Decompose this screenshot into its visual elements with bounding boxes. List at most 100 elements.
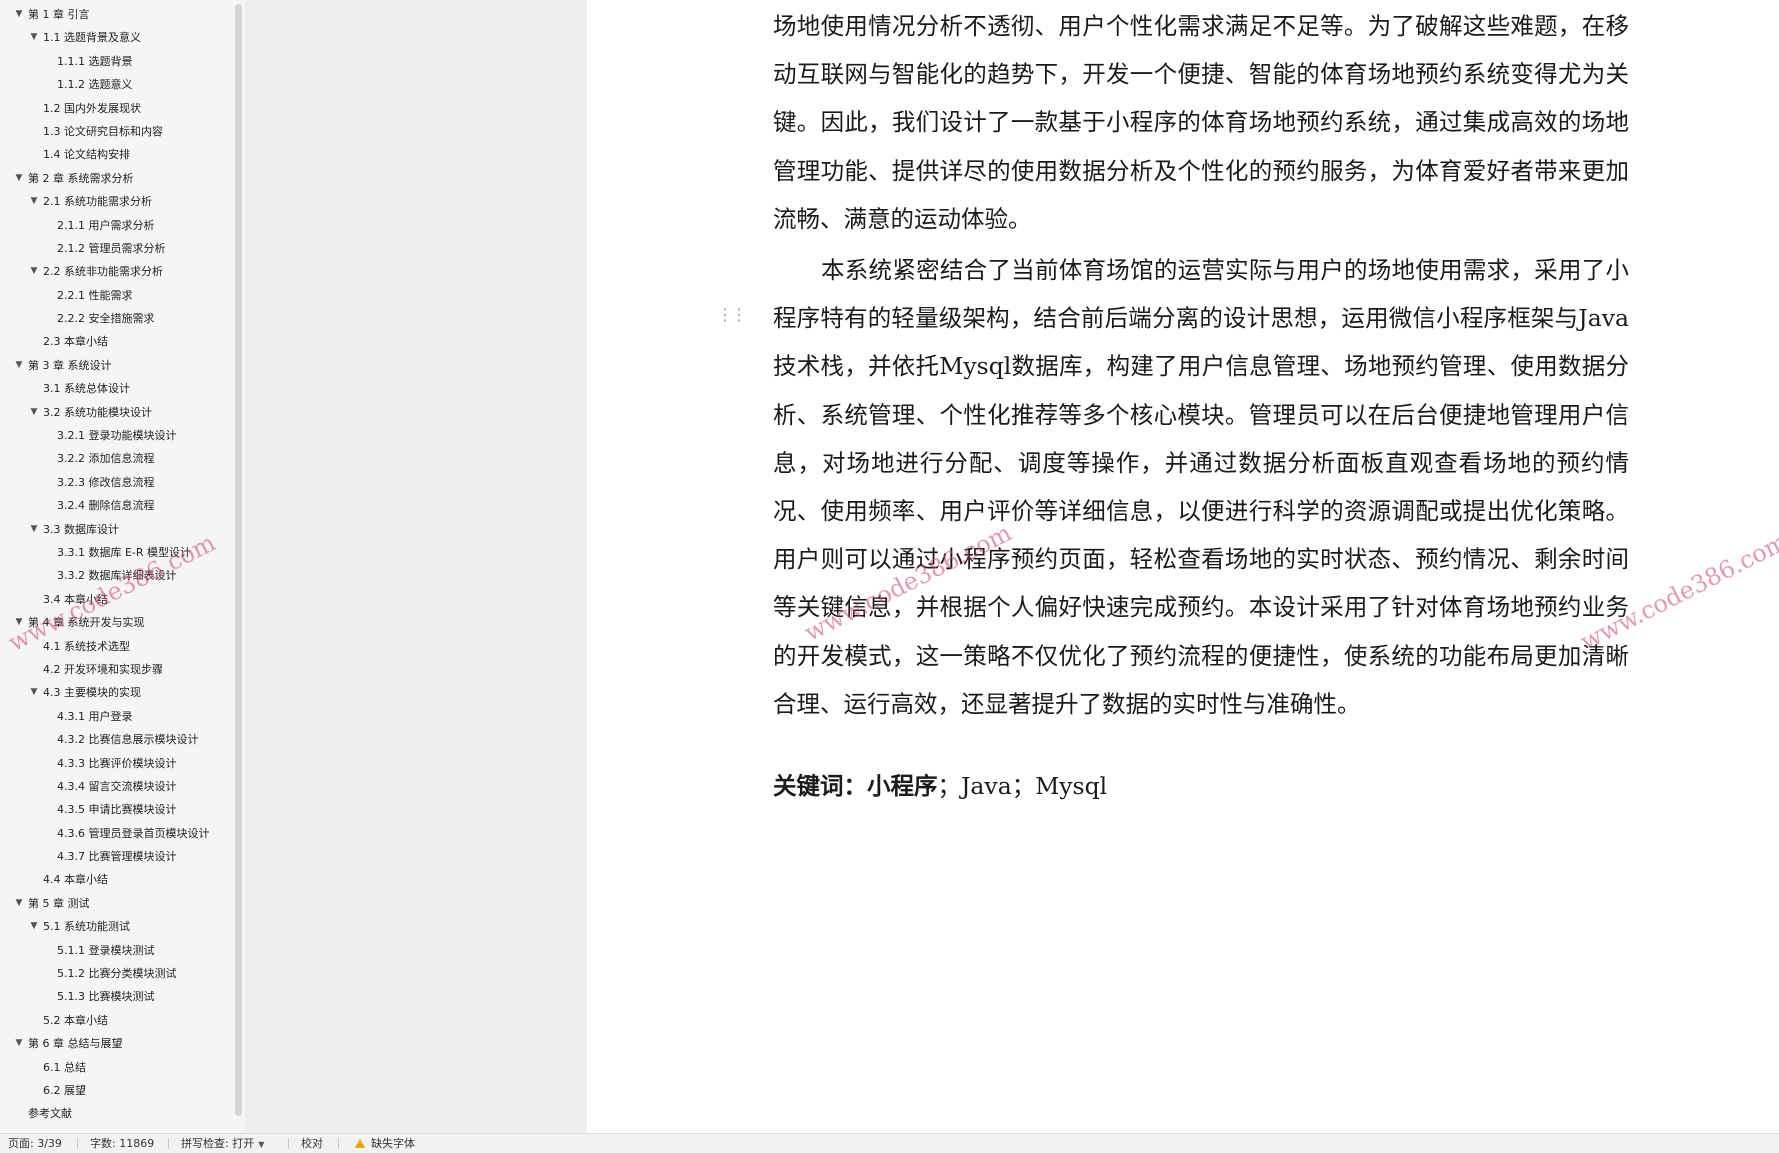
toc-item-label: 4.3.6 管理员登录首页模块设计 [57,826,210,840]
expand-caret-icon[interactable]: ▼ [14,892,24,915]
status-separator [288,1138,289,1149]
document-page[interactable]: ⋮⋮ 场地使用情况分析不透彻、用户个性化需求满足不足等。为了破解这些难题，在移动… [587,0,1779,1133]
toc-item[interactable]: 5.1.1 登录模块测试 [0,939,235,962]
spellcheck-toggle[interactable]: 拼写检查: 打开 ▼ [181,1134,264,1153]
toc-item[interactable]: 4.1 系统技术选型 [0,635,235,658]
toc-item[interactable]: 2.1.1 用户需求分析 [0,214,235,237]
toc-item[interactable]: 1.1.2 选题意义 [0,73,235,96]
toc-item[interactable]: ▼ 第 4 章 系统开发与实现 [0,611,235,634]
toc-item-label: 2.1.1 用户需求分析 [57,218,155,232]
toc-item[interactable]: 4.3.5 申请比赛模块设计 [0,798,235,821]
toc-item[interactable]: 4.3.6 管理员登录首页模块设计 [0,822,235,845]
toc-item[interactable]: ▼ 第 2 章 系统需求分析 [0,167,235,190]
expand-caret-icon[interactable]: ▼ [29,681,39,704]
toc-item[interactable]: 4.3.1 用户登录 [0,705,235,728]
toc-item[interactable]: ▼ 5.1 系统功能测试 [0,915,235,938]
toc-item-label: 4.4 本章小结 [43,873,108,887]
toc-item-label: 3.2.1 登录功能模块设计 [57,429,177,443]
expand-caret-icon[interactable]: ▼ [29,260,39,283]
toc-item[interactable]: 3.1 系统总体设计 [0,377,235,400]
toc-item[interactable]: 5.1.2 比赛分类模块测试 [0,962,235,985]
toc-item-label: 5.1 系统功能测试 [43,920,130,934]
paragraph-drag-handle-icon[interactable]: ⋮⋮ [717,305,747,324]
keywords-label: 关键词： [773,772,867,800]
toc-item[interactable]: 2.3 本章小结 [0,330,235,353]
toc-item-label: 4.3 主要模块的实现 [43,686,141,700]
page-count[interactable]: 页面: 3/39 [8,1134,62,1153]
toc-item[interactable]: 6.2 展望 [0,1079,235,1102]
toc-item[interactable]: 3.3.2 数据库详细表设计 [0,564,235,587]
expand-caret-icon[interactable]: ▼ [14,1032,24,1055]
toc-item-label: 第 2 章 系统需求分析 [28,171,134,185]
expand-caret-icon[interactable]: ▼ [29,401,39,424]
toc-item[interactable]: 1.4 论文结构安排 [0,143,235,166]
toc-item[interactable]: 3.2.2 添加信息流程 [0,447,235,470]
keywords-line[interactable]: 关键词：小程序；Java；Mysql [773,762,1107,810]
toc-item[interactable]: 6.1 总结 [0,1056,235,1079]
toc-item-label: 第 4 章 系统开发与实现 [28,616,145,630]
toc-item[interactable]: 3.2.4 删除信息流程 [0,494,235,517]
toc-item[interactable]: 3.3.1 数据库 E-R 模型设计 [0,541,235,564]
status-separator [77,1138,78,1149]
toc-item[interactable]: ▼ 第 5 章 测试 [0,892,235,915]
toc-item-label: 5.2 本章小结 [43,1013,108,1027]
word-count[interactable]: 字数: 11869 [90,1134,154,1153]
navigation-scrollbar[interactable] [235,4,242,1116]
toc-item[interactable]: 4.3.3 比赛评价模块设计 [0,752,235,775]
toc-item-label: 第 3 章 系统设计 [28,358,112,372]
toc-item-label: 1.1.1 选题背景 [57,54,133,68]
toc-item[interactable]: 4.3.7 比赛管理模块设计 [0,845,235,868]
expand-caret-icon[interactable]: ▼ [29,518,39,541]
toc-item-label: 3.3 数据库设计 [43,522,119,536]
toc-item[interactable]: ▼ 3.3 数据库设计 [0,518,235,541]
toc-item[interactable]: ▼ 2.2 系统非功能需求分析 [0,260,235,283]
status-bar: 页面: 3/39 字数: 11869 拼写检查: 打开 ▼ 校对 缺失字体 [0,1133,1779,1153]
expand-caret-icon[interactable]: ▼ [14,354,24,377]
toc-item[interactable]: ▼ 3.2 系统功能模块设计 [0,401,235,424]
spellcheck-label: 拼写检查: 打开 [181,1137,255,1150]
toc-item[interactable]: 参考文献 [0,1102,235,1125]
toc-item-label: 2.3 本章小结 [43,335,108,349]
toc-item-label: 3.3.2 数据库详细表设计 [57,569,177,583]
toc-item-label: 1.1 选题背景及意义 [43,31,141,45]
expand-caret-icon[interactable]: ▼ [29,190,39,213]
expand-caret-icon[interactable]: ▼ [29,26,39,49]
toc-item[interactable]: 2.1.2 管理员需求分析 [0,237,235,260]
expand-caret-icon[interactable]: ▼ [14,611,24,634]
expand-caret-icon[interactable]: ▼ [14,167,24,190]
toc-item[interactable]: 3.4 本章小结 [0,588,235,611]
toc-item[interactable]: ▼ 2.1 系统功能需求分析 [0,190,235,213]
toc-item-label: 3.2.3 修改信息流程 [57,475,155,489]
toc-item[interactable]: ▼ 第 1 章 引言 [0,3,235,26]
toc-item[interactable]: ▼ 第 6 章 总结与展望 [0,1032,235,1055]
toc-item[interactable]: 2.2.1 性能需求 [0,284,235,307]
abstract-paragraph-1[interactable]: 场地使用情况分析不透彻、用户个性化需求满足不足等。为了破解这些难题，在移动互联网… [773,2,1629,243]
missing-font-label: 缺失字体 [371,1137,415,1150]
proofread-button[interactable]: 校对 [301,1134,323,1153]
toc-item[interactable]: ▼ 1.1 选题背景及意义 [0,26,235,49]
table-of-contents: ▼ 第 1 章 引言 ▼ 1.1 选题背景及意义 1.1.1 选题背景 1.1.2 选题意… [0,3,235,1126]
missing-font-button[interactable]: 缺失字体 [355,1134,415,1153]
expand-caret-icon[interactable]: ▼ [14,3,24,26]
toc-item[interactable]: ▼ 第 3 章 系统设计 [0,354,235,377]
toc-item[interactable]: 4.4 本章小结 [0,868,235,891]
toc-item[interactable]: 1.1.1 选题背景 [0,50,235,73]
toc-item-label: 3.2.2 添加信息流程 [57,452,155,466]
toc-item[interactable]: 3.2.3 修改信息流程 [0,471,235,494]
toc-item[interactable]: 4.3.4 留言交流模块设计 [0,775,235,798]
toc-item[interactable]: 4.2 开发环境和实现步骤 [0,658,235,681]
toc-item[interactable]: 5.2 本章小结 [0,1009,235,1032]
toc-item-label: 3.1 系统总体设计 [43,382,130,396]
toc-item-label: 3.3.1 数据库 E-R 模型设计 [57,545,192,559]
toc-item[interactable]: 5.1.3 比赛模块测试 [0,985,235,1008]
toc-item[interactable]: 2.2.2 安全措施需求 [0,307,235,330]
toc-item-label: 2.1.2 管理员需求分析 [57,241,166,255]
toc-item[interactable]: 1.2 国内外发展现状 [0,97,235,120]
toc-item[interactable]: 1.3 论文研究目标和内容 [0,120,235,143]
keyword-mini-program: 小程序 [867,772,938,800]
toc-item[interactable]: 3.2.1 登录功能模块设计 [0,424,235,447]
abstract-paragraph-2[interactable]: 本系统紧密结合了当前体育场馆的运营实际与用户的场地使用需求，采用了小程序特有的轻… [773,246,1629,728]
expand-caret-icon[interactable]: ▼ [29,915,39,938]
toc-item[interactable]: ▼ 4.3 主要模块的实现 [0,681,235,704]
toc-item[interactable]: 4.3.2 比赛信息展示模块设计 [0,728,235,751]
